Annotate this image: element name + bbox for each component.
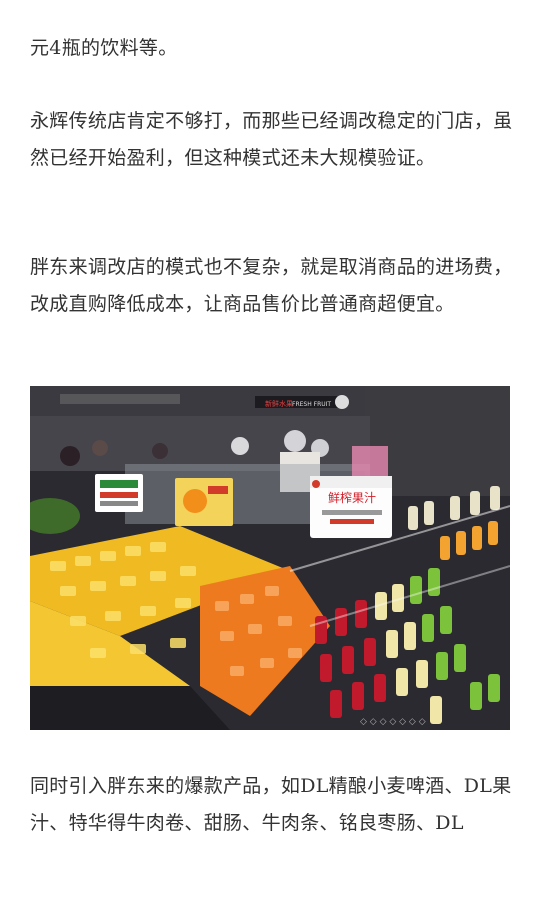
fresh-fruit-banner: FRESH FRUIT (292, 401, 331, 408)
svg-text:新鲜水果: 新鲜水果 (265, 399, 293, 408)
juice-sign: 鲜榨果汁 (328, 490, 376, 505)
svg-text:◇ ◇ ◇ ◇ ◇ ◇ ◇: ◇ ◇ ◇ ◇ ◇ ◇ ◇ (360, 717, 426, 727)
article-paragraph-4: 同时引入胖东来的爆款产品，如DL精酿小麦啤酒、DL果汁、特华得牛肉卷、甜肠、牛肉… (30, 775, 512, 834)
article-paragraph-3: 胖东来调改店的模式也不复杂，就是取消商品的进场费，改成直购降低成本，让商品售价比… (30, 256, 513, 315)
article-paragraph-2: 永辉传统店肯定不够打，而那些已经调改稳定的门店，虽然已经开始盈利，但这种模式还未… (30, 110, 513, 169)
supermarket-display-photo: 新鲜水果 FRESH FRUIT 鲜榨果汁 ◇ ◇ ◇ ◇ ◇ ◇ ◇ (30, 386, 510, 730)
article-paragraph-1: 元4瓶的饮料等。 (30, 37, 178, 59)
